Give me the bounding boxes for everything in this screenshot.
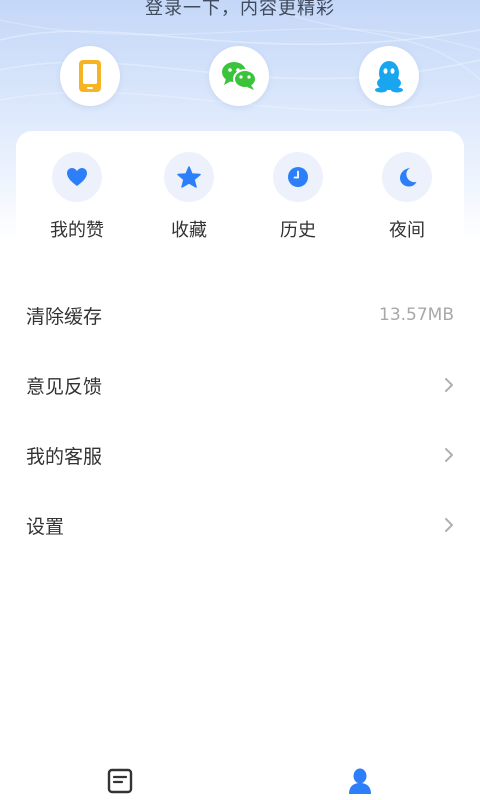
chevron-right-icon <box>445 518 453 532</box>
night-icon-circle <box>382 152 432 202</box>
star-icon <box>177 166 201 188</box>
menu-item-label: 意见反馈 <box>26 375 103 398</box>
favorites-icon-circle <box>164 152 214 202</box>
menu-item-label: 设置 <box>26 515 65 538</box>
chevron-right-icon <box>445 378 453 392</box>
wechat-icon <box>222 62 257 90</box>
quick-action-night-mode[interactable]: 夜间 <box>367 152 447 242</box>
wechat-login-button[interactable] <box>209 46 269 106</box>
qq-icon <box>375 61 403 93</box>
quick-action-history[interactable]: 历史 <box>258 152 338 242</box>
quick-action-likes[interactable]: 我的赞 <box>37 152 117 242</box>
bottom-tab-bar <box>0 750 480 800</box>
quick-action-label: 夜间 <box>389 220 425 241</box>
cache-size-value: 13.57MB <box>379 305 454 325</box>
quick-action-label: 历史 <box>280 220 316 241</box>
menu-customer-service[interactable]: 我的客服 <box>0 420 480 490</box>
quick-action-label: 收藏 <box>171 220 207 241</box>
tab-articles[interactable] <box>105 766 135 796</box>
menu-clear-cache[interactable]: 清除缓存 13.57MB <box>0 280 480 350</box>
phone-login-button[interactable] <box>60 46 120 106</box>
phone-icon <box>79 60 101 92</box>
moon-icon <box>400 168 417 187</box>
tab-profile[interactable] <box>345 766 375 796</box>
heart-icon <box>67 168 87 186</box>
menu-feedback[interactable]: 意见反馈 <box>0 350 480 420</box>
quick-action-favorites[interactable]: 收藏 <box>149 152 229 242</box>
history-icon-circle <box>273 152 323 202</box>
login-hint-text: 登录一下，内容更精彩 <box>145 0 335 19</box>
qq-login-button[interactable] <box>359 46 419 106</box>
menu-item-label: 清除缓存 <box>26 305 103 328</box>
article-icon <box>107 768 133 794</box>
profile-icon <box>349 768 371 794</box>
chevron-right-icon <box>445 448 453 462</box>
menu-item-label: 我的客服 <box>26 445 103 468</box>
quick-action-label: 我的赞 <box>50 220 104 241</box>
menu-settings[interactable]: 设置 <box>0 490 480 560</box>
likes-icon-circle <box>52 152 102 202</box>
clock-icon <box>288 167 308 187</box>
